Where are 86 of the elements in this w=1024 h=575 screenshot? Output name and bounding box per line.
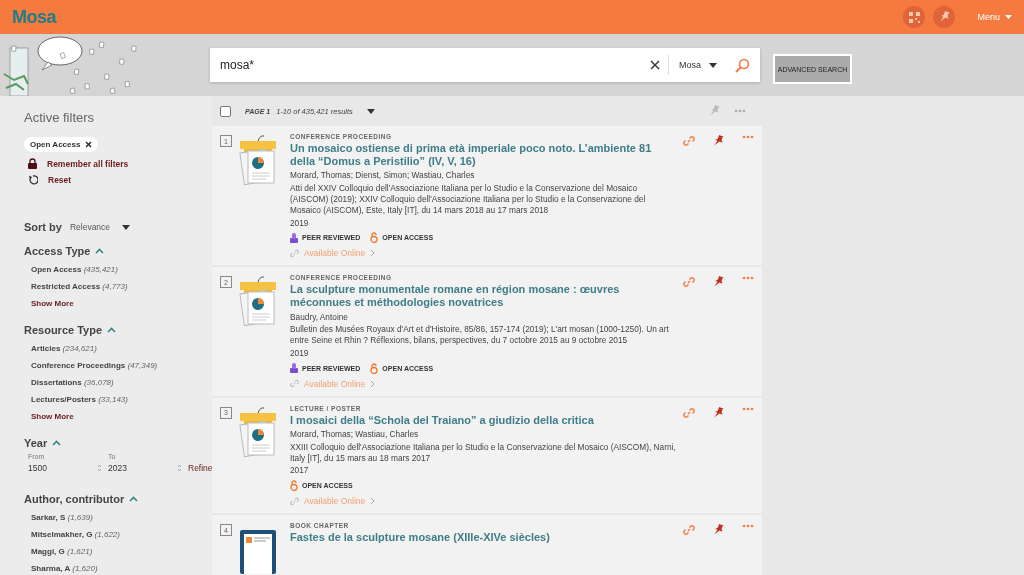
spinner-icon [177, 464, 182, 472]
source: Atti del XXIV Colloquio dell'Associazione Italiana per lo Studio e la Conservazione del Mosaico (AISCOM) (2019); XXIV Colloquio dell'Associazione Italiana per lo Studio e la Conservazione del Mosaico (AISCOM), Este, Italy [IT], du 14 mars 2018 au 17 mars 2018 [290, 183, 647, 216]
link-icon[interactable] [683, 524, 695, 537]
search-icon[interactable] [735, 57, 750, 73]
caret-icon [1005, 15, 1012, 19]
pin-button[interactable] [933, 6, 956, 28]
reset-button[interactable]: Reset [28, 175, 72, 185]
search-field[interactable]: mosa* [220, 58, 650, 72]
open-lock-icon [290, 480, 298, 492]
link-icon[interactable] [683, 406, 695, 419]
document-icon [238, 133, 278, 185]
year: 2019 [290, 217, 310, 229]
result-title[interactable]: Un mosaico ostiense di prima età imperiale poco noto. L’ambiente 81 della “Domus a Peristilio” (IV, V, 16) [290, 142, 677, 169]
search-bar[interactable]: mosa* Mosa [210, 48, 760, 82]
link-icon[interactable] [683, 135, 695, 147]
scope-dropdown[interactable]: Mosa [668, 55, 723, 75]
chevron-right-icon [370, 497, 376, 506]
more-icon[interactable] [742, 135, 754, 139]
show-more-link[interactable]: Show More [31, 295, 74, 312]
show-more-link[interactable]: Show More [31, 408, 74, 425]
stamp-icon [290, 363, 298, 374]
from-field[interactable]: 1500 [28, 463, 102, 473]
pin-icon [939, 11, 950, 23]
link-icon[interactable] [683, 276, 695, 289]
more-icon[interactable] [734, 109, 746, 113]
facet-item[interactable]: Restricted Access (4,773) [31, 278, 128, 295]
facet-item[interactable]: Conference Proceedings (47,349) [31, 357, 158, 374]
caret-icon [122, 224, 131, 230]
caret-icon [366, 108, 375, 114]
chevron-up-icon[interactable] [107, 327, 117, 333]
facet-item[interactable]: Sarkar, S (1,639) [31, 509, 93, 526]
authors: Morard, Thomas; Dienst, Simon; Wastiau, Charles [290, 170, 476, 182]
link-icon[interactable] [290, 496, 299, 506]
facet-item[interactable]: Dissertations (36,078) [31, 374, 114, 391]
pin-icon[interactable] [713, 135, 724, 147]
year: 2019 [290, 348, 310, 359]
filter-chip[interactable]: Open Access [24, 137, 99, 152]
facet-item[interactable]: Articles (234,621) [31, 340, 97, 357]
chevron-right-icon [370, 379, 376, 388]
link-icon[interactable] [290, 248, 299, 258]
source: Bulletin des Musées Royaux d'Art et d'Histoire, 85/86, 157-174 (2019); L'art mosan (1000-1250). Un art entre Seine et Rhin ? Réflexions, bilans, perspectives, du 7 octobre 2015 au 9 octobre 2015 [290, 324, 670, 346]
caret-icon [709, 62, 717, 68]
document-icon [238, 274, 278, 327]
open-lock-icon [370, 362, 379, 374]
chevron-up-icon[interactable] [52, 440, 62, 446]
result-title[interactable]: Fastes de la sculpture mosane (XIIIe-XIVe siècles) [290, 531, 677, 545]
open-lock-icon [370, 232, 379, 244]
more-icon[interactable] [742, 524, 754, 529]
source: XXIII Colloquio dell'Associazione Italiana per lo Studio e la Conservazione del Mosaico (AISCOM), Narni, Italy [IT], du 15 mars au 18 mars 2017 [290, 441, 677, 464]
stamp-icon [290, 232, 298, 243]
spinner-icon [97, 464, 102, 472]
link-icon[interactable] [290, 379, 299, 389]
sort-dropdown[interactable]: Relevance [69, 222, 131, 232]
qr-code-button[interactable] [903, 6, 926, 28]
select-all-checkbox[interactable] [220, 105, 231, 117]
result-title[interactable]: I mosaici della “Schola del Traiano” a giudizio della critica [290, 413, 677, 427]
remember-filters-button[interactable]: Remember all filters [28, 158, 129, 169]
facet-item[interactable]: Lectures/Posters (33,143) [31, 391, 128, 408]
lock-icon [28, 158, 37, 169]
sort-label: Sort by [24, 221, 62, 233]
chevron-right-icon [370, 249, 376, 258]
facet-item[interactable]: Open Access (435,421) [31, 261, 118, 278]
facet-title: Year [24, 437, 48, 449]
close-icon[interactable] [85, 141, 93, 148]
authors: Morard, Thomas; Wastiau, Charles [290, 428, 420, 440]
year: 2017 [290, 465, 310, 477]
refine-button[interactable]: Refine [188, 463, 213, 473]
facet-item[interactable]: Mitselmakher, G (1,622) [31, 526, 120, 543]
authors: Baudry, Antoine [290, 311, 349, 323]
chevron-up-icon[interactable] [129, 496, 139, 502]
more-icon[interactable] [742, 406, 754, 411]
facet-title: Access Type [24, 245, 91, 257]
qr-code-icon [909, 11, 920, 23]
facet-title: Resource Type [24, 324, 103, 336]
reset-icon [28, 175, 38, 185]
facet-title: Author, contributor [24, 493, 125, 505]
section-title: Active filters [24, 110, 96, 125]
facet-item[interactable]: Sharma, A (1,620) [31, 560, 98, 575]
more-icon[interactable] [742, 276, 754, 281]
facet-item[interactable]: Maggi, G (1,621) [31, 543, 93, 560]
chevron-up-icon[interactable] [95, 248, 105, 254]
document-icon [238, 404, 278, 457]
clear-icon[interactable] [650, 60, 660, 70]
result-title[interactable]: La sculpture monumentale romane en région mosane : œuvres méconnues et méthodologies novatrices [290, 283, 677, 310]
pin-icon[interactable] [713, 406, 724, 419]
to-field[interactable]: 2023 [108, 463, 182, 473]
